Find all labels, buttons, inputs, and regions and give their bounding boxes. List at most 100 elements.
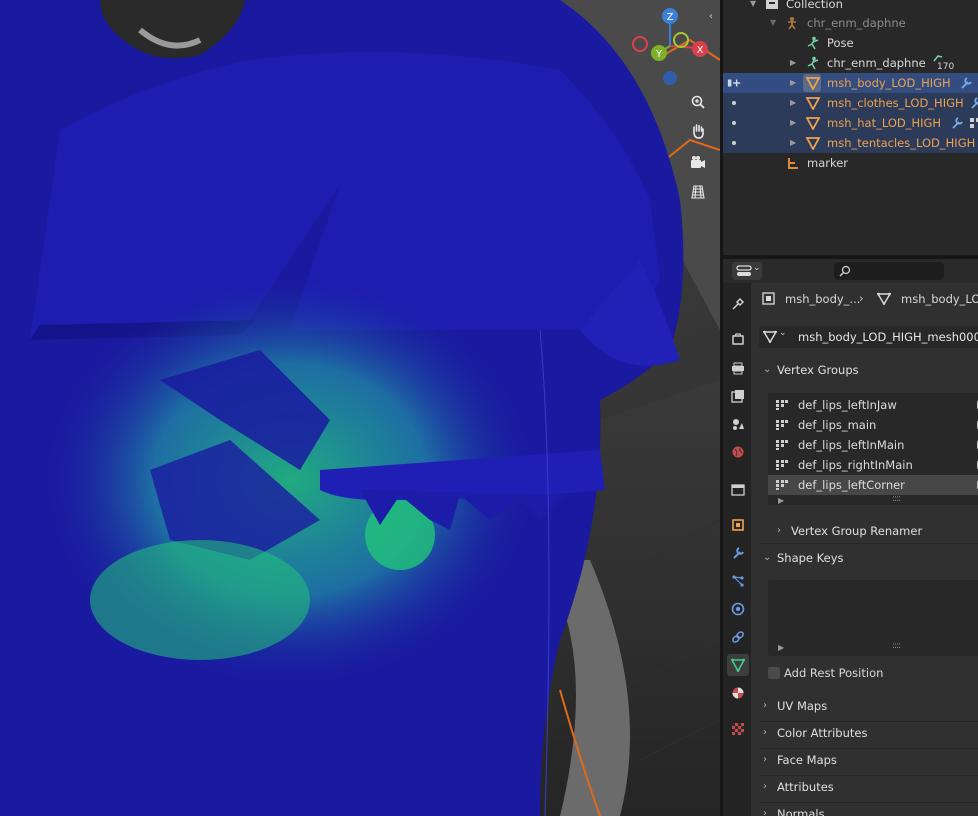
hand-pan-icon[interactable] [687,120,709,142]
outliner-row-msh-tentacles[interactable]: ▶ msh_tentacles_LOD_HIGH [723,133,978,153]
object-icon [762,292,775,305]
physics-icon[interactable] [727,598,749,620]
vertex-groups-panel-header[interactable]: ⌄ Vertex Groups [759,359,978,381]
outliner[interactable]: ▼ Collection ▼ chr_enm_daphne Pose ▶ chr… [723,0,978,255]
selection-dot [732,141,736,145]
outliner-row-msh-body[interactable]: ▶ msh_body_LOD_HIGH [723,73,978,93]
panel-title: Vertex Groups [777,363,859,377]
outliner-row-armature-data[interactable]: ▶ chr_enm_daphne 170 [723,53,978,73]
modifier-icon[interactable] [727,542,749,564]
expand-arrow-icon[interactable]: ▶ [790,53,796,73]
vertex-group-icon [776,400,788,410]
constraints-icon[interactable] [727,626,749,648]
expand-arrow-icon[interactable]: ▶ [790,93,796,113]
outliner-label: msh_body_LOD_HIGH [827,76,951,90]
world-icon[interactable] [727,441,749,463]
collapse-arrow-icon[interactable]: ‹ [709,11,713,22]
properties-editor-icon [736,265,752,276]
outliner-row-armature[interactable]: ▼ chr_enm_daphne [723,13,978,33]
vertex-group-name: def_lips_leftInMain [798,438,905,452]
search-field[interactable] [834,262,944,280]
shape-keys-panel-header[interactable]: ⌄ Shape Keys [759,547,978,569]
chevron-down-icon: ⌄ [753,263,761,273]
tool-icon[interactable] [727,293,749,315]
chevron-right-icon: › [763,754,767,765]
zoom-icon[interactable] [687,91,709,113]
list-resize-grip[interactable]: :::: [892,641,901,651]
mesh-object-icon [806,117,820,130]
grid-icon[interactable] [687,181,709,203]
collapsed-panel-header[interactable]: › Attributes [759,776,978,798]
vertex-group-item[interactable]: def_lips_rightInMain [768,455,978,475]
outliner-row-msh-clothes[interactable]: ▶ msh_clothes_LOD_HIGH [723,93,978,113]
outliner-label: marker [807,156,849,170]
scene-icon[interactable] [727,413,749,435]
add-rest-position-checkbox[interactable] [768,667,780,679]
vertex-group-name: def_lips_leftInJaw [798,398,897,412]
outliner-row-collection[interactable]: ▼ Collection [723,0,978,14]
svg-text:Z: Z [667,12,674,23]
mesh-name-field[interactable]: msh_body_LOD_HIGH_mesh0003 [798,330,978,344]
panel-title: Attributes [777,780,834,794]
vertex-group-icon [776,440,788,450]
list-expand-icon[interactable]: ▶ [778,643,784,652]
outliner-label: Collection [786,0,843,11]
properties-header: ⌄ [723,259,978,283]
mesh-object-icon [806,97,820,110]
collapsed-panel-header[interactable]: › UV Maps [759,695,978,717]
material-icon[interactable] [727,682,749,704]
expand-arrow-icon[interactable]: ▶ [790,73,796,93]
vertex-group-item[interactable]: def_lips_leftCorner [768,475,978,495]
vertex-groups-icon [970,118,978,128]
empty-icon [788,158,798,169]
collapsed-panel-header[interactable]: › Color Attributes [759,722,978,744]
expand-arrow-icon[interactable]: ▼ [770,13,776,33]
mesh-data-icon[interactable] [727,654,749,676]
vertex-group-item[interactable]: def_lips_main [768,415,978,435]
checkbox-label: Add Rest Position [784,666,884,680]
particles-icon[interactable] [727,570,749,592]
outliner-row-marker[interactable]: marker [723,153,978,173]
editor-type-button[interactable]: ⌄ [732,262,762,280]
collapsed-panel-header[interactable]: › Normals [759,803,978,816]
camera-icon[interactable] [687,151,709,173]
texture-icon[interactable] [727,718,749,740]
expand-arrow-icon[interactable]: ▼ [750,0,756,14]
add-rest-position-row[interactable]: Add Rest Position [768,663,978,683]
mesh-datablock-selector[interactable]: ⌄ msh_body_LOD_HIGH_mesh0003 [759,326,978,348]
vertex-group-item[interactable]: def_lips_leftInMain [768,435,978,455]
outliner-row-pose[interactable]: Pose [723,33,978,53]
outliner-label: chr_enm_daphne [807,16,906,30]
render-icon[interactable] [727,328,749,350]
list-resize-grip[interactable]: :::: [892,494,901,504]
wrench-icon[interactable] [950,116,964,130]
collection-icon[interactable] [727,478,749,500]
expand-arrow-icon[interactable]: ▶ [790,133,796,153]
view-layer-icon[interactable] [727,385,749,407]
wrench-icon[interactable] [959,76,973,90]
list-expand-icon[interactable]: ▶ [778,496,784,505]
shape-key-list[interactable]: ▶ :::: [768,580,978,656]
properties-editor[interactable]: ⌄ msh_body_... › msh_body_LOD [723,259,978,816]
panel-title: Vertex Group Renamer [791,524,923,538]
expand-arrow-icon[interactable]: ▶ [790,113,796,133]
3d-viewport[interactable]: Z X Y ‹ [0,0,720,816]
outliner-label: msh_tentacles_LOD_HIGH [827,136,976,150]
chevron-right-icon: › [777,525,781,536]
navigation-gizmo[interactable]: Z X Y [630,6,720,96]
vertex-group-list[interactable]: def_lips_leftInJaw def_lips_main def_lips_… [768,393,978,505]
vertex-group-renamer-header[interactable]: › Vertex Group Renamer [759,520,978,542]
svg-text:Y: Y [655,49,663,60]
panel-title: UV Maps [777,699,828,713]
output-icon[interactable] [727,357,749,379]
wrench-icon[interactable] [969,96,978,110]
pose-restrict-icon[interactable] [727,76,741,90]
object-icon[interactable] [727,514,749,536]
collapsed-panel-header[interactable]: › Face Maps [759,749,978,771]
outliner-row-msh-hat[interactable]: ▶ msh_hat_LOD_HIGH [723,113,978,133]
divider [759,721,978,722]
vertex-group-item[interactable]: def_lips_leftInJaw [768,395,978,415]
divider [759,543,978,544]
breadcrumb-object[interactable]: msh_body_... [785,292,860,306]
breadcrumb-mesh[interactable]: msh_body_LOD [901,292,978,306]
